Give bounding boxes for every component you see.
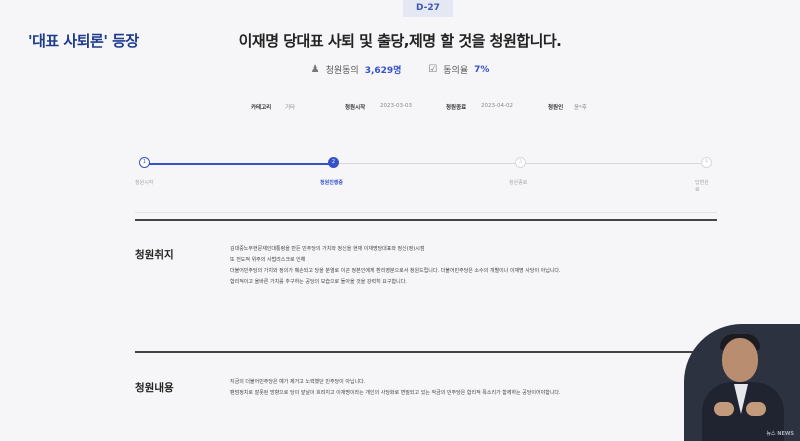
petition-title: 이재명 당대표 사퇴 및 출당,제명 할 것을 청원합니다. (238, 32, 562, 50)
step-3-marker: 3 (515, 157, 526, 168)
section-body-content: 지금의 더불어민주당은 예가 제거고 노력했던 민주당이 아닙니다. 팬덤정치로… (230, 377, 690, 399)
interpreter-head (722, 338, 758, 382)
end-value: 2023-04-02 (481, 103, 513, 109)
step-3-label: 청원종료 (509, 180, 528, 186)
category-label: 카테고리 (251, 105, 272, 111)
content-line-2: 팬덤정치로 잘못된 방향으로 당이 앞날이 흐려지고 이재명이라는 개인의 사당… (230, 390, 561, 396)
rate-stat: ☑ 동의율 7% (428, 63, 489, 76)
section-divider (135, 351, 717, 353)
section-divider (135, 219, 717, 221)
petition-info-row: 카테고리 기타 청원시작 2023-03-03 청원종료 2023-04-02 … (0, 103, 800, 115)
purpose-line-4: 합리적이고 올바른 가치를 추구하는 공당의 모습으로 돌아올 것을 강력히 요… (230, 279, 407, 285)
participants-stat: ♟ 청원동의 3,629명 (311, 63, 402, 76)
step-1-marker: 1 (139, 157, 150, 168)
step-1-label: 청원시작 (135, 180, 154, 186)
petition-page: '대표 사퇴론' 등장 D-27 이재명 당대표 사퇴 및 출당,제명 할 것을… (0, 0, 800, 441)
divider-thin (135, 212, 717, 213)
step-2-label: 청원진행중 (320, 180, 344, 186)
progress-line-complete (145, 163, 333, 165)
rate-value: 7% (474, 64, 490, 75)
purpose-line-3: 더불어민주당의 가치와 정의가 훼손되고 당을 분열로 이끈 정본인에게 환리영… (230, 268, 561, 274)
purpose-line-1: 김대중노무현문재인대통령을 만든 민주당의 가치와 정신을 현재 이재명당대표와… (230, 246, 425, 252)
person-icon: ♟ (310, 64, 320, 75)
step-4-marker: 4 (701, 157, 712, 168)
author-value: 윤*후 (574, 105, 587, 111)
step-4-label: 답변완료 (695, 180, 709, 193)
interpreter-left-hand (714, 402, 734, 416)
start-label: 청원시작 (345, 105, 366, 111)
participants-label: 청원동의 (325, 66, 359, 76)
progress-tracker: 1 2 3 4 청원시작 청원진행중 청원종료 답변완료 (135, 157, 713, 200)
checkbox-icon: ☑ (428, 64, 438, 75)
sign-language-interpreter-inset: 뉴스 NEWS (684, 324, 800, 441)
d-day-badge: D-27 (403, 0, 453, 17)
category-value: 기타 (285, 105, 296, 111)
start-value: 2023-03-03 (380, 103, 412, 109)
section-title-purpose: 청원취지 (135, 249, 174, 261)
participants-value: 3,629명 (364, 66, 402, 76)
purpose-line-2: 또 전도적 위주의 사법리스크로 인해 (230, 257, 306, 263)
section-body-purpose: 김대중노무현문재인대통령을 만든 민주당의 가치와 정신을 현재 이재명당대표와… (230, 244, 690, 288)
petition-stats: ♟ 청원동의 3,629명 ☑ 동의율 7% (0, 63, 800, 76)
interpreter-right-hand (746, 402, 766, 416)
author-label: 청원인 (548, 105, 564, 111)
section-title-content: 청원내용 (135, 382, 174, 394)
content-line-1: 지금의 더불어민주당은 예가 제거고 노력했던 민주당이 아닙니다. (230, 379, 366, 385)
step-2-marker: 2 (328, 157, 339, 168)
broadcaster-logo: 뉴스 NEWS (766, 431, 794, 437)
end-label: 청원종료 (446, 105, 467, 111)
rate-label: 동의율 (443, 66, 469, 76)
